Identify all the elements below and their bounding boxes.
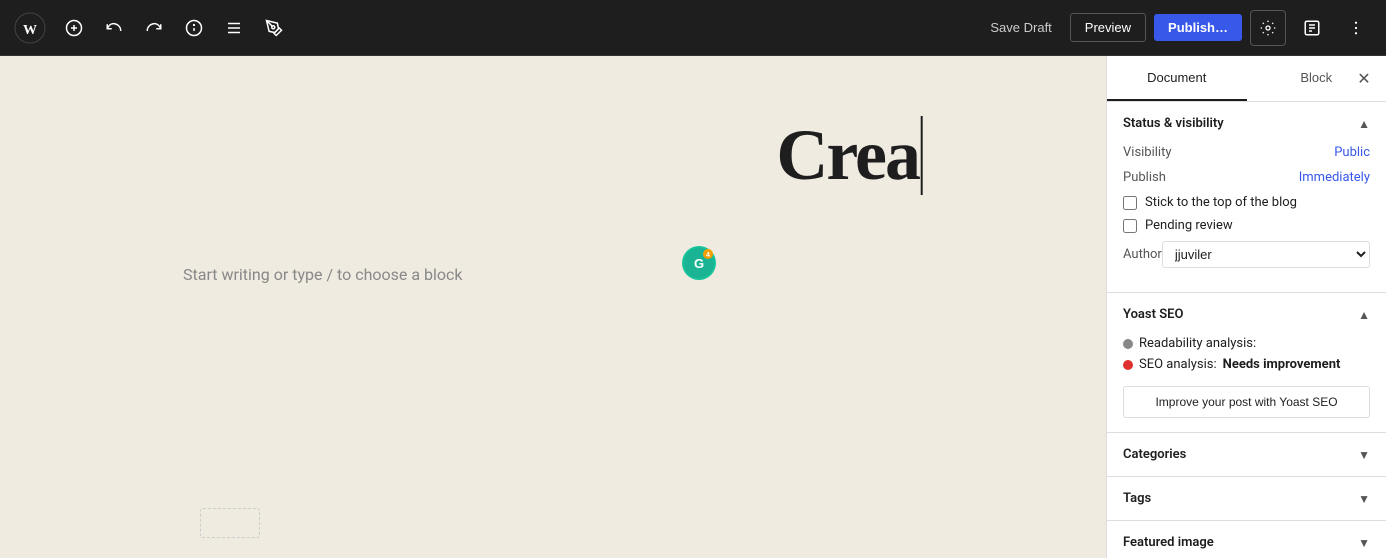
featured-image-section: Featured image ▼ [1107,521,1386,558]
featured-image-title: Featured image [1123,535,1214,550]
post-title[interactable]: Crea [776,116,923,195]
toolbar-right: Save Draft Preview Publish… [980,10,1374,46]
stick-top-row: Stick to the top of the blog [1123,195,1370,210]
yoast-button[interactable] [1294,10,1330,46]
publish-value[interactable]: Immediately [1299,170,1370,185]
yoast-seo-chevron: ▲ [1358,308,1370,322]
sidebar-body: Status & visibility ▲ Visibility Public … [1107,102,1386,558]
info-button[interactable] [176,10,212,46]
categories-chevron: ▼ [1358,448,1370,462]
readability-label: Readability analysis: [1139,336,1256,351]
sidebar: Document Block ✕ Status & visibility ▲ V… [1106,56,1386,558]
seo-analysis-row: SEO analysis: Needs improvement [1123,357,1370,372]
featured-image-chevron: ▼ [1358,536,1370,550]
readability-row: Readability analysis: [1123,336,1370,351]
grammarly-icon: G 4 [682,246,716,284]
readability-dot [1123,339,1133,349]
toolbar: W [0,0,1386,56]
yoast-seo-content: Readability analysis: SEO analysis: Need… [1107,336,1386,432]
yoast-improve-button[interactable]: Improve your post with Yoast SEO [1123,386,1370,418]
status-visibility-section: Status & visibility ▲ Visibility Public … [1107,102,1386,293]
publish-button[interactable]: Publish… [1154,14,1242,41]
publish-row: Publish Immediately [1123,170,1370,185]
categories-section: Categories ▼ [1107,433,1386,477]
visibility-label: Visibility [1123,145,1172,160]
seo-value: Needs improvement [1223,357,1341,372]
post-placeholder[interactable]: Start writing or type / to choose a bloc… [183,265,923,284]
redo-button[interactable] [136,10,172,46]
status-visibility-title: Status & visibility [1123,116,1224,131]
main-layout: Crea Start writing or type / to choose a… [0,56,1386,558]
stick-top-checkbox[interactable] [1123,196,1137,210]
svg-text:W: W [23,23,37,38]
svg-text:4: 4 [706,252,710,259]
seo-dot [1123,360,1133,370]
categories-header[interactable]: Categories ▼ [1107,433,1386,476]
settings-button[interactable] [1250,10,1286,46]
wordpress-logo: W [12,10,48,46]
featured-image-header[interactable]: Featured image ▼ [1107,521,1386,558]
preview-button[interactable]: Preview [1070,13,1146,42]
author-row: Author jjuviler [1123,241,1370,268]
author-select[interactable]: jjuviler [1162,241,1370,268]
pending-review-row: Pending review [1123,218,1370,233]
tab-document[interactable]: Document [1107,56,1247,101]
canvas-area[interactable]: Crea Start writing or type / to choose a… [0,56,1106,558]
stick-top-label: Stick to the top of the blog [1145,195,1297,210]
visibility-row: Visibility Public [1123,145,1370,160]
tags-header[interactable]: Tags ▼ [1107,477,1386,520]
sidebar-tabs: Document Block ✕ [1107,56,1386,102]
pending-review-checkbox[interactable] [1123,219,1137,233]
save-draft-button[interactable]: Save Draft [980,14,1061,41]
svg-text:G: G [694,256,704,271]
undo-button[interactable] [96,10,132,46]
yoast-seo-header[interactable]: Yoast SEO ▲ [1107,293,1386,336]
close-sidebar-button[interactable]: ✕ [1350,65,1378,93]
list-view-button[interactable] [216,10,252,46]
add-block-button[interactable] [56,10,92,46]
tags-section: Tags ▼ [1107,477,1386,521]
publish-label: Publish [1123,170,1166,185]
tags-chevron: ▼ [1358,492,1370,506]
pending-review-label: Pending review [1145,218,1233,233]
tags-title: Tags [1123,491,1151,506]
more-options-button[interactable] [1338,10,1374,46]
block-hint [200,508,260,538]
seo-label: SEO analysis: [1139,357,1217,372]
status-visibility-content: Visibility Public Publish Immediately St… [1107,145,1386,292]
categories-title: Categories [1123,447,1186,462]
status-visibility-header[interactable]: Status & visibility ▲ [1107,102,1386,145]
tools-button[interactable] [256,10,292,46]
toolbar-left: W [12,10,980,46]
yoast-seo-section: Yoast SEO ▲ Readability analysis: SEO an… [1107,293,1386,433]
visibility-value[interactable]: Public [1334,145,1370,160]
editor-content: Crea Start writing or type / to choose a… [183,116,923,284]
status-visibility-chevron: ▲ [1358,117,1370,131]
yoast-seo-title: Yoast SEO [1123,307,1183,322]
author-label: Author [1123,247,1162,262]
